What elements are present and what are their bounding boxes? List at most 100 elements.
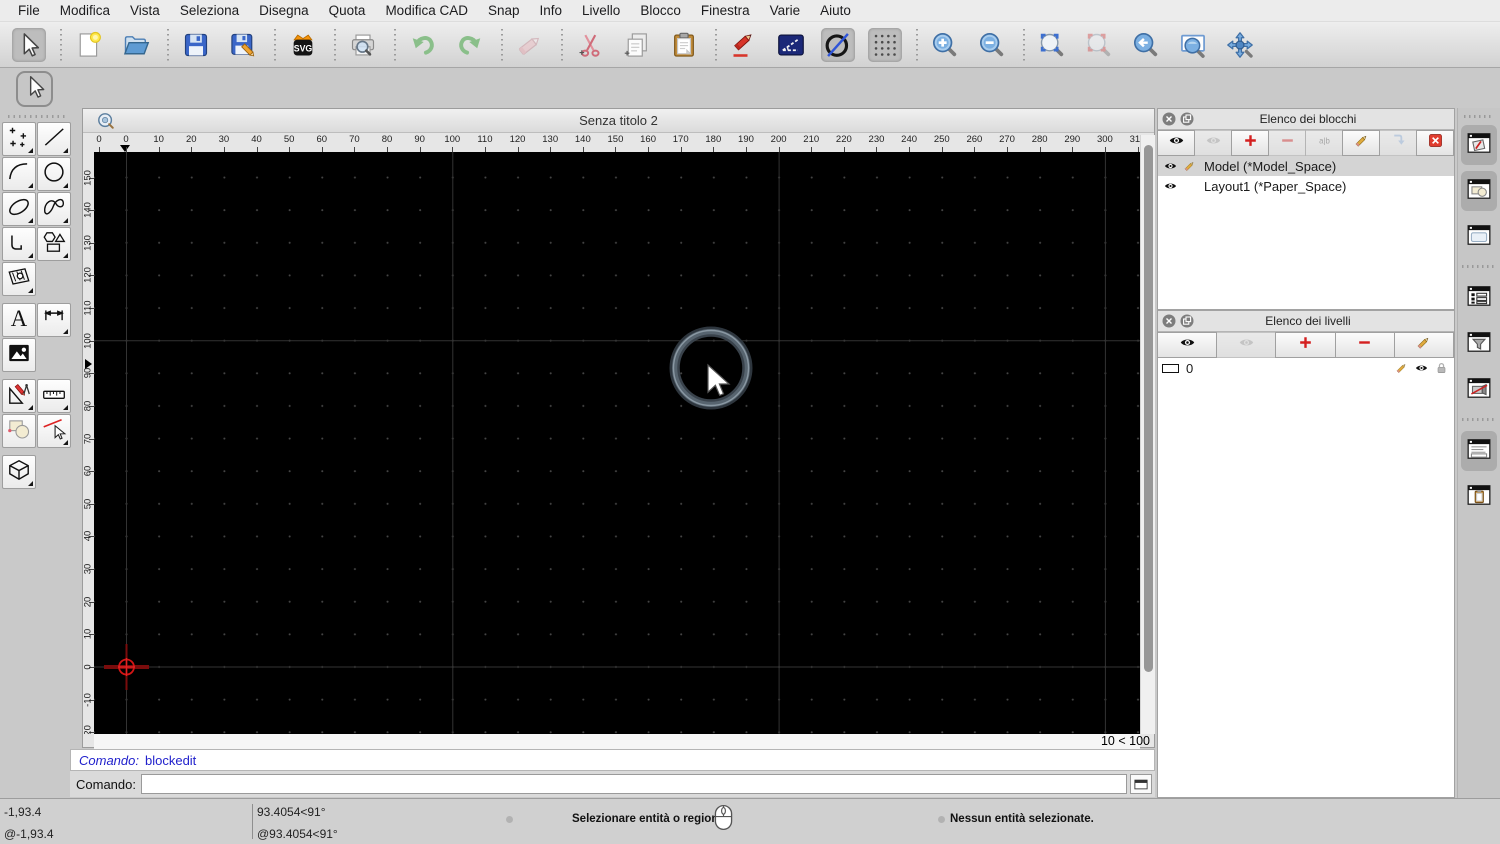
svg-export-button[interactable]: SVG — [286, 28, 320, 62]
layer-lock-icon[interactable] — [1433, 361, 1449, 376]
hide-all-layers-button[interactable] — [1216, 332, 1277, 358]
spline-tool-button[interactable] — [37, 192, 71, 226]
insert-block-button[interactable] — [1379, 130, 1417, 156]
add-layer-button[interactable] — [1275, 332, 1336, 358]
menu-livello[interactable]: Livello — [572, 3, 630, 18]
zoom-out-button[interactable] — [975, 28, 1009, 62]
show-all-layers-button[interactable] — [1157, 332, 1218, 358]
select-button[interactable] — [12, 27, 46, 62]
menu-disegna[interactable]: Disegna — [249, 3, 319, 18]
draw-button[interactable] — [727, 28, 761, 62]
remove-block-button[interactable] — [1268, 130, 1306, 156]
float-panel-icon[interactable] — [1180, 112, 1194, 126]
toggle-selection-filter-button[interactable] — [1461, 324, 1497, 364]
vertical-scrollbar[interactable] — [1140, 135, 1155, 734]
menu-modifica[interactable]: Modifica — [50, 3, 120, 18]
menu-seleziona[interactable]: Seleziona — [170, 3, 249, 18]
circle-tool-button[interactable] — [37, 157, 71, 191]
close-block-editing-button[interactable] — [1416, 130, 1454, 156]
measure-tool-button[interactable] — [37, 379, 71, 413]
drawing-canvas[interactable] — [94, 152, 1140, 734]
save-button[interactable] — [179, 28, 213, 62]
ellipse-tool-button[interactable] — [2, 192, 36, 226]
close-panel-icon[interactable] — [1162, 112, 1176, 126]
horizontal-scrollbar[interactable] — [94, 734, 1140, 749]
command-input[interactable] — [140, 774, 1127, 794]
hide-all-blocks-button[interactable] — [1194, 130, 1232, 156]
zoom-window-button[interactable] — [1176, 28, 1210, 62]
open-document-button[interactable] — [119, 28, 153, 62]
block-visibility-eye-icon[interactable] — [1162, 179, 1178, 194]
undo-button[interactable] — [406, 28, 440, 62]
menu-modifica-cad[interactable]: Modifica CAD — [375, 3, 478, 18]
remove-layer-button[interactable] — [1334, 332, 1395, 358]
polyline-tool-button[interactable] — [2, 227, 36, 261]
menu-varie[interactable]: Varie — [760, 3, 811, 18]
menu-finestra[interactable]: Finestra — [691, 3, 760, 18]
line-angle-button[interactable] — [774, 28, 808, 62]
grid-toggle-button[interactable] — [868, 27, 902, 62]
zoom-previous-button[interactable] — [1129, 28, 1163, 62]
pointer-tool-button[interactable] — [16, 71, 53, 107]
block-visibility-eye-icon[interactable] — [1162, 159, 1178, 174]
toolbar-separator — [167, 28, 169, 61]
edit-layer-button[interactable] — [1393, 332, 1455, 358]
select-entity-tool-button[interactable] — [37, 414, 71, 448]
zoom-in-button[interactable] — [928, 28, 962, 62]
document-title-bar[interactable]: Senza titolo 2 — [83, 109, 1154, 133]
show-all-blocks-button[interactable] — [1157, 130, 1195, 156]
menu-info[interactable]: Info — [530, 3, 573, 18]
menu-aiuto[interactable]: Aiuto — [810, 3, 861, 18]
toggle-block-list-button[interactable] — [1461, 125, 1497, 165]
menu-quota[interactable]: Quota — [319, 3, 376, 18]
zoom-auto-button[interactable] — [1035, 28, 1069, 62]
menu-blocco[interactable]: Blocco — [630, 3, 691, 18]
menu-snap[interactable]: Snap — [478, 3, 530, 18]
layer-visibility-eye-icon[interactable] — [1413, 361, 1429, 376]
dimension-tool-button[interactable] — [37, 303, 71, 337]
print-preview-button[interactable] — [346, 28, 380, 62]
copy-button[interactable] — [620, 28, 654, 62]
edit-block-button[interactable] — [1342, 130, 1380, 156]
image-tool-button[interactable] — [2, 338, 36, 372]
toggle-clipboard-button[interactable] — [1461, 477, 1497, 517]
layer-edit-pencil-icon[interactable] — [1393, 361, 1409, 376]
rename-block-button[interactable]: a|b — [1305, 130, 1343, 156]
block-list-row[interactable]: Model (*Model_Space) — [1158, 156, 1454, 176]
save-as-button[interactable] — [226, 28, 260, 62]
text-tool-button[interactable]: A — [2, 303, 36, 337]
toggle-command-line-button[interactable] — [1461, 431, 1497, 471]
relative-coordinates: @-1,93.4 — [4, 827, 54, 841]
cut-button[interactable] — [573, 28, 607, 62]
float-panel-icon[interactable] — [1180, 314, 1194, 328]
paste-button[interactable] — [667, 28, 701, 62]
hatch-tool-button[interactable] — [2, 262, 36, 296]
menu-file[interactable]: File — [8, 3, 50, 18]
v-ruler-label: 60 — [83, 465, 94, 477]
solid-tool-button[interactable] — [2, 455, 36, 489]
points-tool-button[interactable] — [2, 122, 36, 156]
selection-tools-tool-button[interactable] — [2, 414, 36, 448]
add-block-button[interactable] — [1231, 130, 1269, 156]
circle-2-points-button[interactable] — [821, 27, 855, 62]
pan-button[interactable] — [1223, 28, 1257, 62]
zoom-selection-button[interactable] — [1082, 28, 1116, 62]
shapes-tool-button[interactable] — [37, 227, 71, 261]
modify-tool-button[interactable] — [2, 379, 36, 413]
block-list-row[interactable]: Layout1 (*Paper_Space) — [1158, 176, 1454, 196]
arc-tool-button[interactable] — [2, 157, 36, 191]
menu-vista[interactable]: Vista — [120, 3, 170, 18]
toggle-library-browser-button[interactable] — [1461, 370, 1497, 410]
layer-list-row[interactable]: 0 — [1158, 358, 1454, 378]
erase-button[interactable] — [513, 28, 547, 62]
toggle-property-editor-button[interactable] — [1461, 278, 1497, 318]
new-document-button[interactable] — [72, 28, 106, 62]
line-tool-button[interactable] — [37, 122, 71, 156]
toggle-view-list-button[interactable] — [1461, 217, 1497, 257]
detach-command-line-button[interactable] — [1129, 774, 1152, 794]
toggle-layer-list-button[interactable] — [1461, 171, 1497, 211]
close-panel-icon[interactable] — [1162, 314, 1176, 328]
redo-button[interactable] — [453, 28, 487, 62]
vertical-scrollbar-thumb[interactable] — [1143, 145, 1153, 672]
svg-text:a|b: a|b — [1319, 136, 1330, 145]
